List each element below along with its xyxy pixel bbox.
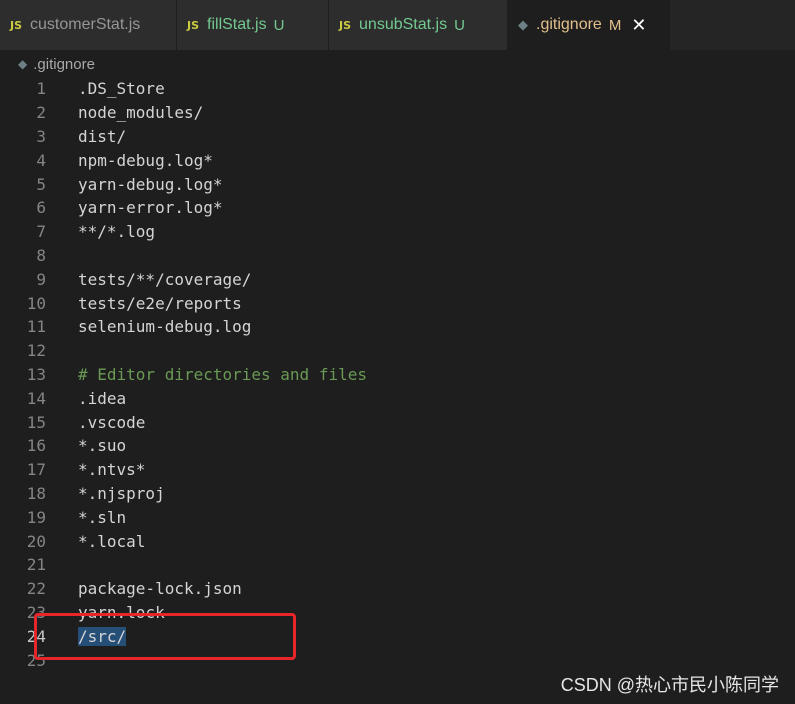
- close-icon[interactable]: ✕: [631, 15, 646, 36]
- gitignore-icon: ◆: [18, 57, 28, 71]
- tab-fillstat[interactable]: JS fillStat.js U: [177, 0, 329, 50]
- editor-line: 22 package-lock.json: [0, 577, 795, 601]
- line-number: 19: [26, 507, 46, 527]
- line-number: 3: [36, 126, 46, 146]
- line-number: 8: [36, 245, 46, 265]
- line-number: 7: [36, 222, 46, 242]
- editor-line: 3 dist/: [0, 125, 795, 149]
- line-number: 5: [36, 174, 46, 194]
- tab-label: customerStat.js: [30, 16, 141, 33]
- line-number: 22: [26, 579, 46, 599]
- line-text: dist/: [78, 126, 127, 146]
- line-text: node_modules/: [78, 103, 204, 123]
- line-number: 4: [36, 150, 46, 170]
- editor-line: 19 *.sln: [0, 505, 795, 529]
- line-text: *.njsproj: [78, 483, 165, 503]
- gitignore-icon: ◆: [518, 17, 528, 33]
- line-number: 23: [26, 602, 46, 622]
- line-text: npm-debug.log*: [78, 150, 213, 170]
- line-number: 10: [26, 293, 46, 313]
- tab-bar: JS customerStat.js JS fillStat.js U JS u…: [0, 0, 795, 50]
- untracked-badge: U: [273, 16, 285, 34]
- line-text: .vscode: [78, 412, 146, 432]
- line-text: **/*.log: [78, 222, 156, 242]
- line-number: 20: [26, 531, 46, 551]
- editor-line: 14 .idea: [0, 386, 795, 410]
- line-text: tests/e2e/reports: [78, 293, 242, 313]
- javascript-file-icon: JS: [10, 18, 23, 32]
- editor-line: 23 yarn.lock: [0, 601, 795, 625]
- editor-line: 21: [0, 553, 795, 577]
- line-text: package-lock.json: [78, 579, 242, 599]
- tab-label: .gitignore: [536, 16, 602, 33]
- editor-line-current: 24/src/: [0, 624, 795, 648]
- editor-line: 10 tests/e2e/reports: [0, 291, 795, 315]
- editor-line: 2 node_modules/: [0, 101, 795, 125]
- line-number: 17: [26, 460, 46, 480]
- watermark: CSDN @热心市民小陈同学: [560, 675, 779, 695]
- line-number: 21: [26, 555, 46, 575]
- tab-label: unsubStat.js: [359, 16, 448, 33]
- tab-label: fillStat.js: [207, 16, 267, 33]
- line-text: *.sln: [78, 507, 127, 527]
- line-number: 15: [26, 412, 46, 432]
- line-text: *.suo: [78, 436, 127, 456]
- editor-line: 5 yarn-debug.log*: [0, 172, 795, 196]
- line-text: selenium-debug.log: [78, 317, 252, 337]
- modified-badge: M: [608, 16, 622, 34]
- line-text: .idea: [78, 388, 127, 408]
- tab-unsubstat[interactable]: JS unsubStat.js U: [329, 0, 508, 50]
- editor-line: 17 *.ntvs*: [0, 458, 795, 482]
- line-text: tests/**/coverage/: [78, 269, 252, 289]
- editor-line: 7 **/*.log: [0, 220, 795, 244]
- editor-line: 4 npm-debug.log*: [0, 148, 795, 172]
- line-number: 18: [26, 483, 46, 503]
- code-editor[interactable]: 1 .DS_Store 2 node_modules/ 3 dist/ 4 npm-de…: [0, 77, 795, 677]
- editor-line: 6 yarn-error.log*: [0, 196, 795, 220]
- line-text: .DS_Store: [78, 79, 165, 99]
- editor-line: 13 # Editor directories and files: [0, 363, 795, 387]
- editor-line: 12: [0, 339, 795, 363]
- editor-line: 25: [0, 648, 795, 672]
- line-number: 9: [36, 269, 46, 289]
- tab-gitignore[interactable]: ◆ .gitignore M ✕: [508, 0, 670, 50]
- line-text: yarn-error.log*: [78, 198, 223, 218]
- javascript-file-icon: JS: [187, 18, 200, 32]
- line-number: 25: [26, 650, 46, 670]
- editor-line: 18 *.njsproj: [0, 482, 795, 506]
- editor-line: 15 .vscode: [0, 410, 795, 434]
- line-number: 14: [26, 388, 46, 408]
- editor-line: 1 .DS_Store: [0, 77, 795, 101]
- editor-line: 16 *.suo: [0, 434, 795, 458]
- editor-line: 8: [0, 244, 795, 268]
- line-number: 1: [36, 79, 46, 99]
- line-number: 2: [36, 103, 46, 123]
- line-text: *.ntvs*: [78, 460, 146, 480]
- untracked-badge: U: [454, 16, 465, 34]
- line-number: 11: [26, 317, 46, 337]
- line-text: *.local: [78, 531, 146, 551]
- line-number: 16: [26, 436, 46, 456]
- tab-customerstat[interactable]: JS customerStat.js: [0, 0, 177, 50]
- breadcrumb[interactable]: ◆ .gitignore: [0, 52, 95, 76]
- selected-line-text[interactable]: /src/: [78, 626, 127, 646]
- editor-line: 9 tests/**/coverage/: [0, 267, 795, 291]
- comment-text: # Editor directories and files: [78, 364, 367, 384]
- line-number: 12: [26, 341, 46, 361]
- editor-line: 20 *.local: [0, 529, 795, 553]
- line-text: yarn.lock: [78, 602, 165, 622]
- editor-line: 11 selenium-debug.log: [0, 315, 795, 339]
- line-number: 6: [36, 198, 46, 218]
- breadcrumb-file[interactable]: .gitignore: [33, 56, 95, 73]
- javascript-file-icon: JS: [339, 18, 352, 32]
- selection-highlight: /src/: [78, 626, 127, 646]
- line-number: 24: [26, 626, 46, 646]
- line-number: 13: [26, 364, 46, 384]
- line-text: yarn-debug.log*: [78, 174, 223, 194]
